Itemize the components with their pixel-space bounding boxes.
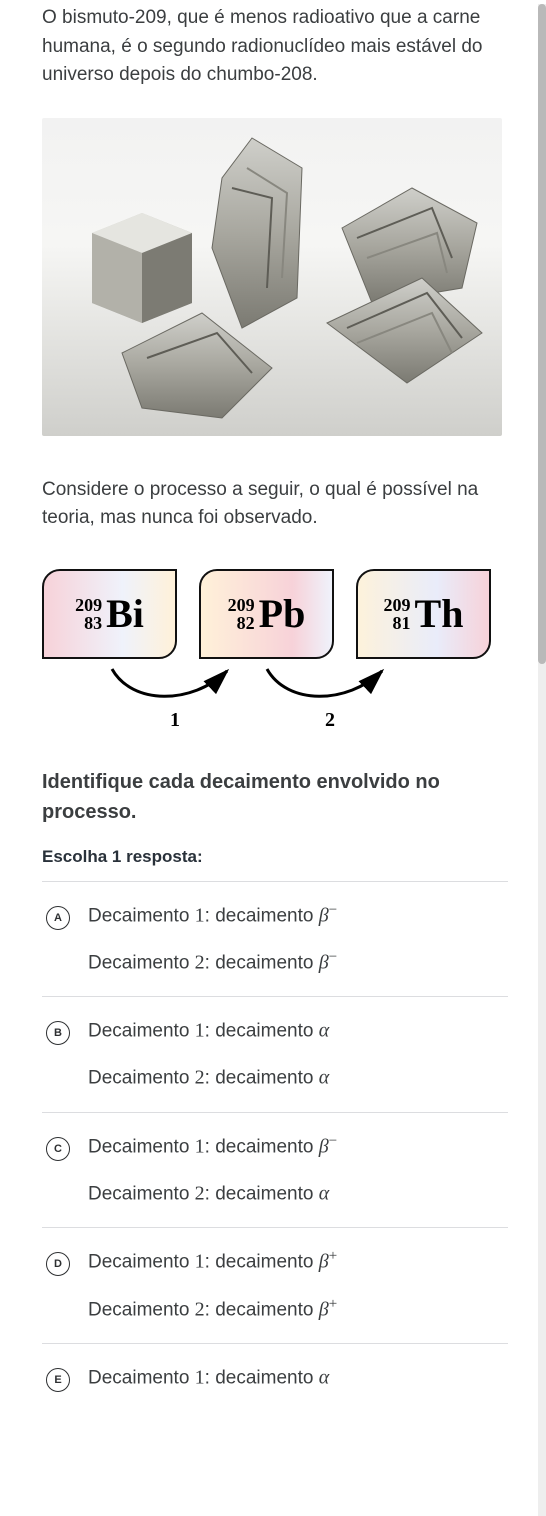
option-line: Decaimento 1: decaimento β− [88,1133,504,1158]
option-e[interactable]: E Decaimento 1: decaimento α [42,1344,508,1392]
option-c[interactable]: C Decaimento 1: decaimento β− Decaimento… [42,1113,508,1229]
nuclide-tile-pb: 209 82 Pb [199,569,334,659]
bismuth-crystals-image [42,118,502,436]
option-line: Decaimento 2: decaimento α [88,1180,504,1205]
option-a[interactable]: A Decaimento 1: decaimento β− Decaimento… [42,882,508,998]
option-letter-badge: E [46,1368,70,1392]
option-line: Decaimento 2: decaimento α [88,1064,504,1089]
nuclide-tile-bi: 209 83 Bi [42,569,177,659]
decay-arrows: 1 2 [42,667,508,737]
scrollbar[interactable] [538,4,546,1516]
option-letter-badge: C [46,1137,70,1161]
option-line: Decaimento 1: decaimento β+ [88,1248,504,1273]
option-line: Decaimento 1: decaimento α [88,1364,504,1389]
scrollbar-thumb[interactable] [538,4,546,664]
option-line: Decaimento 1: decaimento β− [88,902,504,927]
option-d[interactable]: D Decaimento 1: decaimento β+ Decaimento… [42,1228,508,1344]
decay-diagram: 209 83 Bi 209 82 Pb 209 81 Th [42,569,508,659]
intro-paragraph: O bismuto-209, que é menos radioativo qu… [42,4,508,90]
option-b[interactable]: B Decaimento 1: decaimento α Decaimento … [42,997,508,1113]
instruction-paragraph: Considere o processo a seguir, o qual é … [42,476,508,533]
choose-one-label: Escolha 1 resposta: [42,847,508,867]
question-prompt: Identifique cada decaimento envolvido no… [42,767,508,827]
option-letter-badge: D [46,1252,70,1276]
option-line: Decaimento 1: decaimento α [88,1017,504,1042]
option-line: Decaimento 2: decaimento β+ [88,1296,504,1321]
option-letter-badge: A [46,906,70,930]
option-letter-badge: B [46,1021,70,1045]
option-line: Decaimento 2: decaimento β− [88,949,504,974]
answer-options: A Decaimento 1: decaimento β− Decaimento… [42,881,508,1393]
nuclide-tile-th: 209 81 Th [356,569,491,659]
